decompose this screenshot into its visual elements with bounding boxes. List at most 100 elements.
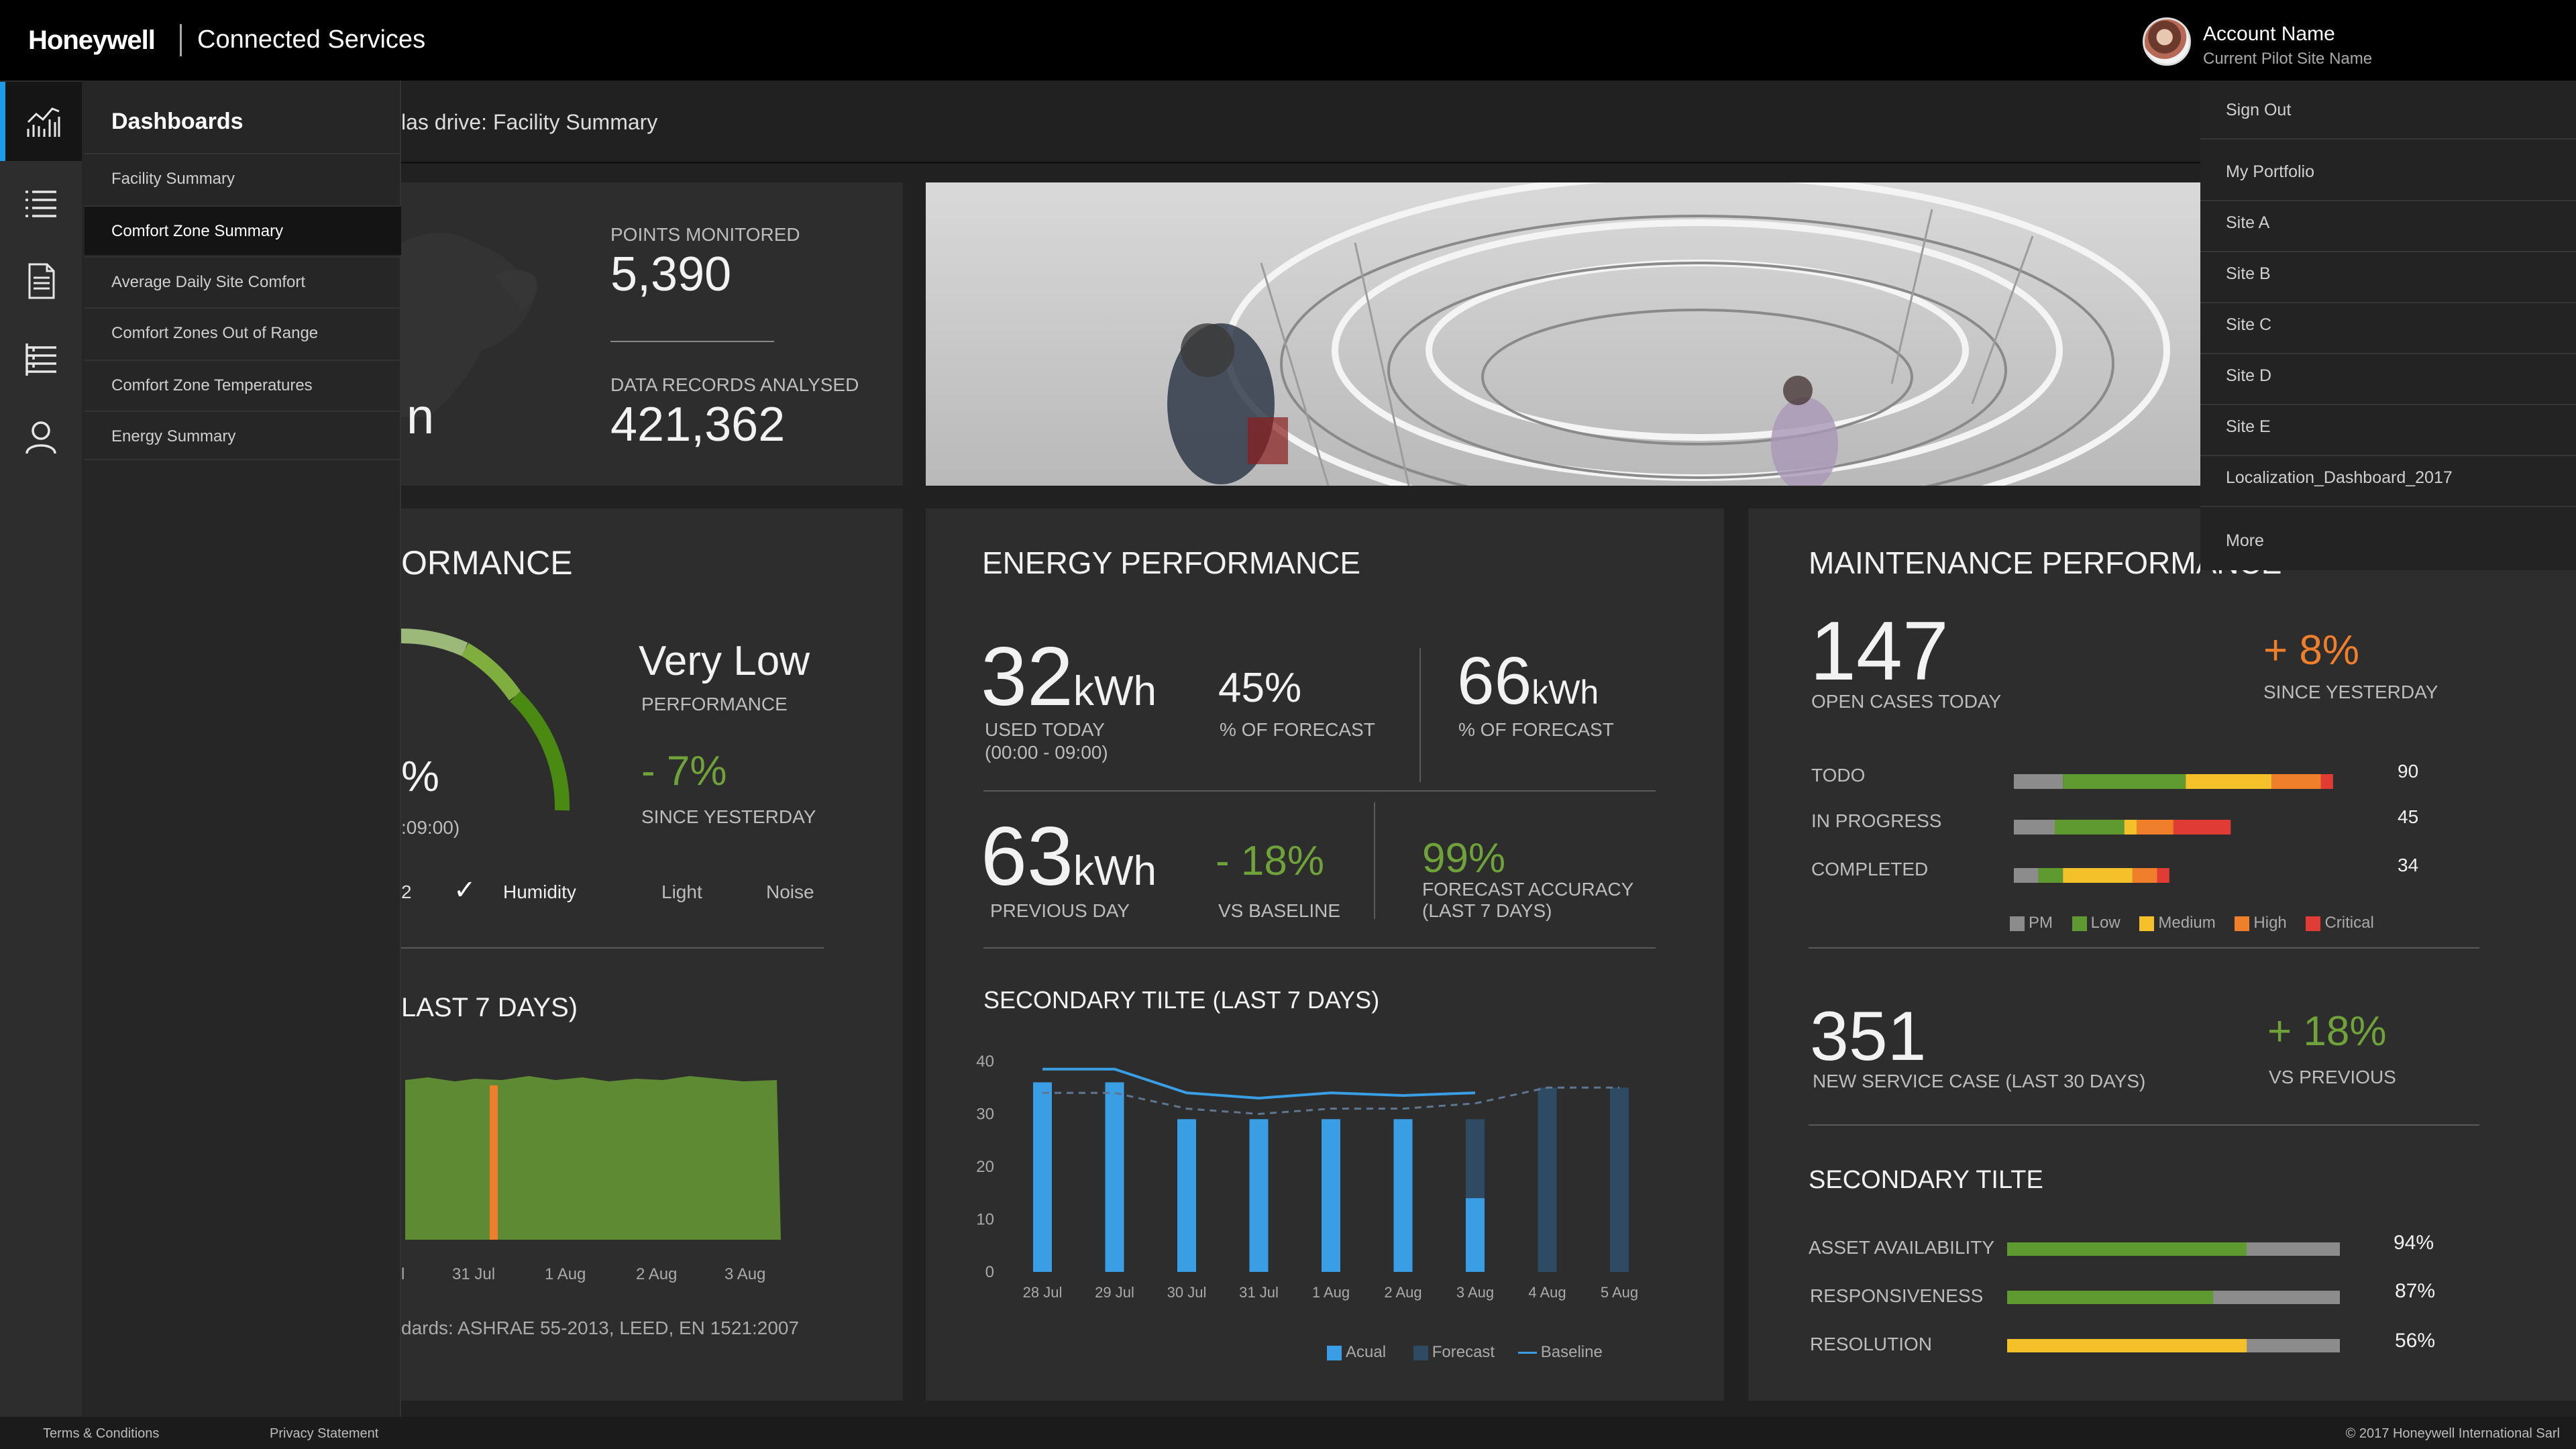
used-label: USED TODAY bbox=[985, 719, 1105, 740]
stacked-segment bbox=[2124, 820, 2137, 835]
open-cases-label: OPEN CASES TODAY bbox=[1811, 691, 2002, 712]
new-cases-label: NEW SERVICE CASE (LAST 30 DAYS) bbox=[1813, 1071, 2146, 1091]
comfort-secondary-title: LAST 7 DAYS) bbox=[401, 993, 578, 1022]
actual-bar bbox=[1033, 1082, 1052, 1272]
site-c-item[interactable]: Site C bbox=[2200, 315, 2576, 335]
comfort-divider bbox=[401, 947, 824, 949]
menu-item-comfort-zones-out-of-range[interactable]: Comfort Zones Out of Range bbox=[85, 307, 401, 357]
stacked-segment bbox=[2132, 868, 2157, 883]
stacked-segment bbox=[2014, 820, 2055, 835]
more-item[interactable]: More bbox=[2200, 531, 2576, 551]
forecast-value-label: % OF FORECAST bbox=[1458, 719, 1614, 740]
gauge-value: % bbox=[401, 752, 439, 800]
partial-count: n bbox=[407, 388, 435, 444]
brand-logo[interactable]: Honeywell bbox=[28, 25, 156, 56]
y-tick-label: 30 bbox=[976, 1106, 994, 1124]
comfort-marker bbox=[490, 1085, 498, 1240]
stacked-segment bbox=[2014, 868, 2039, 883]
copyright: © 2017 Honeywell International Sarl bbox=[2345, 1426, 2560, 1441]
rail-users[interactable] bbox=[0, 397, 82, 476]
summary-panel: n POINTS MONITORED 5,390 DATA RECORDS AN… bbox=[401, 182, 903, 486]
rail-tasks[interactable] bbox=[0, 319, 82, 398]
tab-partial[interactable]: 2 bbox=[401, 881, 412, 903]
points-value: 5,390 bbox=[610, 248, 732, 301]
site-e-item[interactable]: Site E bbox=[2200, 417, 2576, 437]
maint-divider-2 bbox=[1809, 1124, 2479, 1126]
comfort-change-label: SINCE YESTERDAY bbox=[641, 806, 816, 827]
logo-divider bbox=[180, 24, 182, 56]
menu-item-facility-summary[interactable]: Facility Summary bbox=[85, 153, 401, 203]
forecast-pct: 45% bbox=[1218, 665, 1302, 711]
user-icon bbox=[25, 421, 56, 454]
site-localization-item[interactable]: Localization_Dashboard_2017 bbox=[2200, 468, 2576, 488]
standards-text: dards: ASHRAE 55-2013, LEED, EN 1521:200… bbox=[401, 1318, 800, 1338]
stacked-segment bbox=[2137, 820, 2174, 835]
tab-light[interactable]: Light bbox=[661, 881, 702, 903]
used-value: 32 bbox=[981, 631, 1073, 723]
sign-out-item[interactable]: Sign Out bbox=[2200, 101, 2576, 120]
menu-item-energy-summary[interactable]: Energy Summary bbox=[85, 411, 401, 460]
energy-bar-chart: 0 10 20 30 40 28 Jul 29 Jul 30 Jul 31 Jul 1 Aug 2 … bbox=[976, 1053, 1638, 1301]
y-tick-label: 10 bbox=[976, 1211, 994, 1229]
new-cases: 351 bbox=[1810, 998, 1927, 1075]
x-tick: 2 Aug bbox=[636, 1265, 678, 1283]
avatar[interactable] bbox=[2143, 17, 2191, 66]
kpi-value-availability: 94% bbox=[2394, 1232, 2434, 1254]
comfort-title: ORMANCE bbox=[401, 544, 573, 582]
stacked-segment bbox=[2063, 774, 2186, 789]
breadcrumb: las drive: Facility Summary bbox=[401, 110, 658, 134]
menu-divider bbox=[2200, 302, 2576, 303]
terms-link[interactable]: Terms & Conditions bbox=[43, 1426, 159, 1442]
menu-divider bbox=[2200, 506, 2576, 507]
privacy-link[interactable]: Privacy Statement bbox=[270, 1426, 378, 1442]
menu-item-comfort-zone-summary[interactable]: Comfort Zone Summary bbox=[85, 205, 401, 255]
stacked-segment bbox=[2014, 774, 2063, 789]
building-photo bbox=[926, 182, 2200, 486]
account-name[interactable]: Account Name bbox=[2203, 23, 2335, 46]
x-tick: 31 Jul bbox=[452, 1265, 496, 1283]
list-icon bbox=[25, 191, 56, 217]
accuracy-label-2: (LAST 7 DAYS) bbox=[1422, 900, 1552, 921]
row-value-todo: 90 bbox=[2398, 761, 2419, 782]
tab-noise[interactable]: Noise bbox=[766, 881, 814, 903]
actual-bar bbox=[1393, 1119, 1413, 1272]
open-cases-change: + 8% bbox=[2263, 627, 2360, 674]
prev-label: PREVIOUS DAY bbox=[990, 900, 1130, 921]
my-portfolio-item[interactable]: My Portfolio bbox=[2200, 162, 2576, 182]
rail-list[interactable] bbox=[0, 164, 82, 243]
comfort-change: - 7% bbox=[641, 748, 727, 794]
menu-divider bbox=[2200, 138, 2576, 140]
records-label: DATA RECORDS ANALYSED bbox=[610, 374, 859, 395]
maint-secondary-title: SECONDARY TILTE bbox=[1809, 1166, 2043, 1194]
actual-bar bbox=[1322, 1119, 1340, 1272]
legend-medium: Medium bbox=[2139, 914, 2216, 932]
menu-item-comfort-zone-temperatures[interactable]: Comfort Zone Temperatures bbox=[85, 360, 401, 409]
maint-divider-1 bbox=[1809, 947, 2479, 949]
stacked-segment bbox=[2063, 868, 2133, 883]
new-cases-change: + 18% bbox=[2267, 1008, 2387, 1055]
energy-hdivider-2 bbox=[983, 947, 1656, 949]
y-tick-label: 40 bbox=[976, 1053, 994, 1071]
previous-day: 63kWh bbox=[981, 809, 1157, 904]
site-d-item[interactable]: Site D bbox=[2200, 366, 2576, 386]
rail-reports[interactable] bbox=[0, 241, 82, 321]
account-menu: Sign Out My Portfolio Site A Site B Site… bbox=[2200, 80, 2576, 570]
actual-bar bbox=[1466, 1198, 1485, 1272]
rail-dashboards[interactable] bbox=[0, 82, 82, 161]
open-cases: 147 bbox=[1810, 605, 1949, 698]
energy-legend: Acual Forecast Baseline bbox=[1327, 1343, 1603, 1362]
site-a-item[interactable]: Site A bbox=[2200, 213, 2576, 233]
forecast-bar bbox=[1610, 1087, 1629, 1272]
menu-item-average-daily-site-comfort[interactable]: Average Daily Site Comfort bbox=[85, 256, 401, 306]
tab-humidity[interactable]: Humidity bbox=[503, 881, 576, 903]
stacked-segment bbox=[2173, 820, 2231, 835]
energy-hdivider-1 bbox=[983, 790, 1656, 792]
x-tick-label: 4 Aug bbox=[1528, 1284, 1566, 1301]
dashboards-menu: Dashboards Facility Summary Comfort Zone… bbox=[82, 80, 401, 1417]
row-value-inprogress: 45 bbox=[2398, 806, 2419, 827]
document-icon bbox=[28, 263, 55, 299]
forecast-value: 66 bbox=[1457, 643, 1532, 718]
checklist-icon bbox=[25, 343, 56, 376]
comfort-rating-label: PERFORMANCE bbox=[641, 694, 788, 714]
site-b-item[interactable]: Site B bbox=[2200, 264, 2576, 284]
